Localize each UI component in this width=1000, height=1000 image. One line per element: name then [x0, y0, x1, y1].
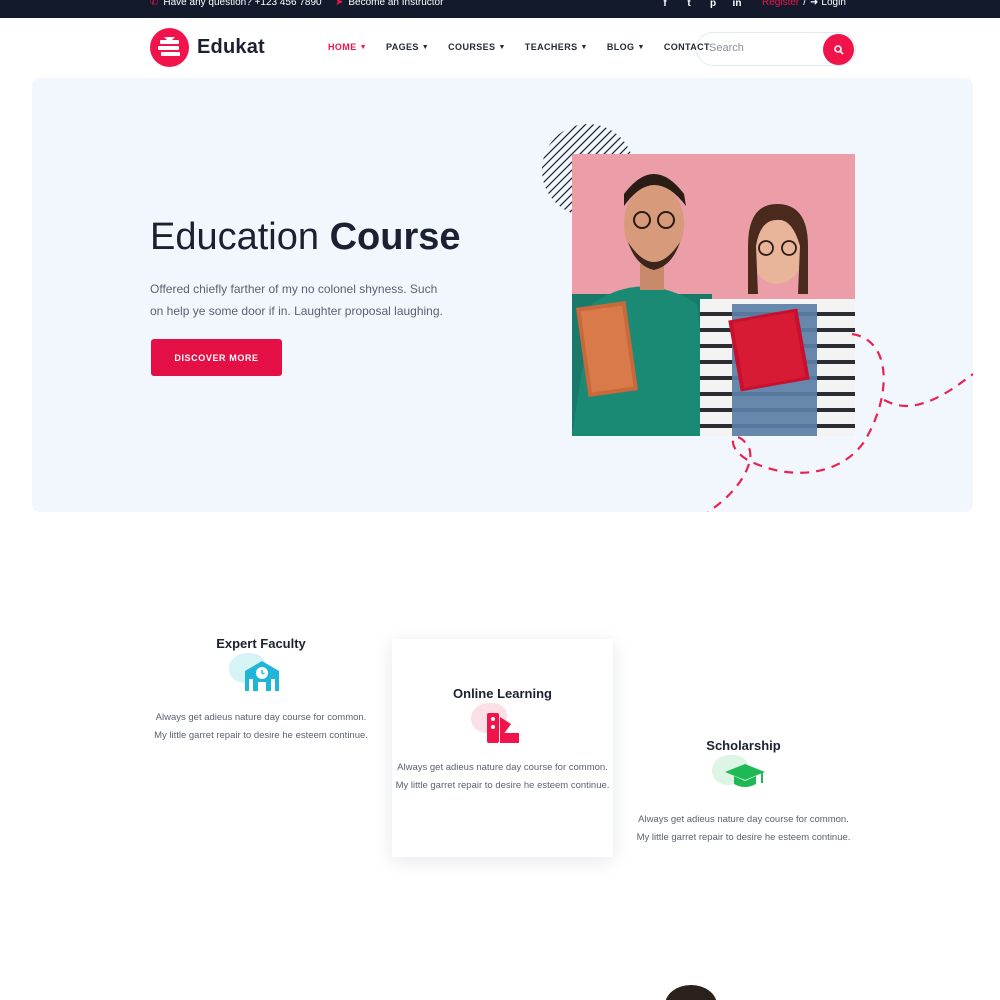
site-logo[interactable]: Edukat	[150, 28, 265, 67]
chevron-down-icon: ▼	[498, 43, 506, 51]
login-link[interactable]: ➜ Login	[810, 0, 846, 8]
brand-name: Edukat	[197, 36, 265, 58]
feature-text: Always get adieus nature day course for …	[636, 814, 851, 843]
color-swatch-icon	[486, 713, 519, 743]
twitter-icon[interactable]: t	[684, 0, 694, 9]
feature-text: Always get adieus nature day course for …	[395, 762, 610, 791]
facebook-icon[interactable]: f	[660, 0, 670, 9]
menu-item-teachers[interactable]: TEACHERS ▼	[525, 42, 588, 52]
menu-item-courses[interactable]: COURSES ▼	[448, 42, 506, 52]
top-bar: ✆ Have any question? +123 456 7890 ➤ Bec…	[0, 0, 1000, 18]
chevron-down-icon: ▼	[637, 43, 645, 51]
search-box	[696, 32, 856, 66]
feature-title: Expert Faculty	[216, 636, 306, 651]
login-text: Login	[821, 0, 846, 8]
feature-expert-faculty: Expert Faculty Always get adieus nature …	[151, 636, 371, 744]
hero-section: Education Course Offered chiefly farther…	[32, 78, 973, 512]
menu-item-blog[interactable]: BLOG ▼	[607, 42, 645, 52]
dashed-curve-decoration	[707, 332, 973, 512]
feature-text: Always get adieus nature day course for …	[154, 712, 368, 741]
phone-text: Have any question? +123 456 7890	[163, 0, 322, 8]
main-menu: HOME ▼ PAGES ▼ COURSES ▼ TEACHERS ▼ BLOG ▼ CO…	[328, 42, 710, 52]
feature-icon-wrap	[470, 703, 527, 749]
search-input[interactable]	[709, 42, 819, 54]
megaphone-icon: ➤	[335, 0, 344, 8]
become-instructor-link[interactable]: ➤ Become an Instructor	[335, 0, 443, 8]
search-button[interactable]	[823, 34, 854, 65]
school-building-icon	[245, 661, 279, 691]
feature-title: Scholarship	[706, 738, 781, 753]
register-link[interactable]: Register	[762, 0, 799, 8]
feature-icon-wrap	[711, 755, 768, 801]
feature-title: Online Learning	[453, 686, 552, 701]
chevron-down-icon: ▼	[359, 43, 367, 51]
partial-photo-bottom	[665, 985, 717, 1000]
linkedin-icon[interactable]: in	[732, 0, 742, 9]
menu-label: HOME	[328, 42, 357, 52]
feature-icon-wrap	[229, 653, 285, 699]
chevron-down-icon: ▼	[421, 43, 430, 51]
menu-label: TEACHERS	[524, 42, 578, 52]
social-links: f t p in	[660, 0, 742, 9]
auth-links: Register / ➜ Login	[762, 0, 846, 8]
menu-item-pages[interactable]: PAGES ▼	[386, 42, 429, 52]
auth-separator: /	[803, 0, 807, 8]
search-icon	[833, 44, 844, 55]
login-icon: ➜	[810, 0, 819, 8]
menu-label: BLOG	[606, 42, 635, 52]
become-instructor-text: Become an Instructor	[348, 0, 444, 8]
books-logo-icon	[150, 28, 189, 67]
feature-scholarship: Scholarship Always get adieus nature day…	[633, 738, 854, 846]
phone-contact[interactable]: ✆ Have any question? +123 456 7890	[150, 0, 322, 8]
feature-online-learning: Online Learning Always get adieus nature…	[392, 639, 613, 857]
chevron-down-icon: ▼	[580, 43, 588, 51]
phone-icon: ✆	[150, 0, 159, 8]
menu-item-home[interactable]: HOME ▼	[328, 42, 367, 52]
menu-label: COURSES	[448, 42, 496, 52]
menu-label: PAGES	[385, 42, 419, 52]
pinterest-icon[interactable]: p	[708, 0, 718, 9]
graduation-cap-icon	[724, 764, 765, 787]
